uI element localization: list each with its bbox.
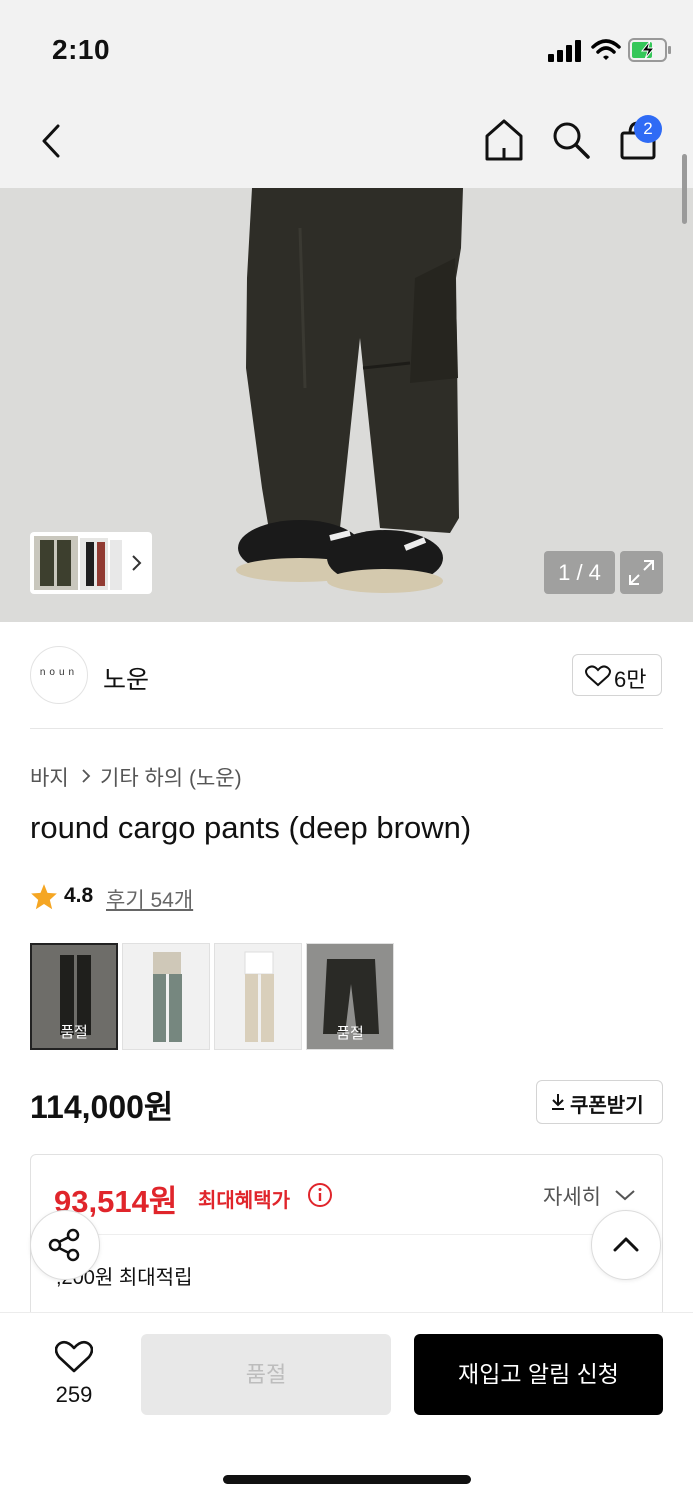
detail-toggle[interactable]: 자세히 xyxy=(543,1181,601,1211)
sold-out-tag: 품절 xyxy=(60,1024,88,1041)
product-price: 114,000원 xyxy=(30,1089,174,1125)
wifi-icon xyxy=(591,39,621,60)
brand-like-count: 6만 xyxy=(614,667,647,692)
sold-out-tag: 품절 xyxy=(336,1025,364,1042)
chevron-right-icon xyxy=(82,769,91,783)
color-option-beige[interactable] xyxy=(214,943,302,1050)
breadcrumb-item-category[interactable]: 기타 하의 (노운) xyxy=(100,762,242,792)
color-option-deep-brown[interactable]: 품절 xyxy=(30,943,118,1050)
battery-icon xyxy=(628,38,671,62)
home-icon[interactable] xyxy=(484,118,524,162)
share-icon xyxy=(48,1228,80,1262)
star-icon xyxy=(31,884,57,910)
status-time: 2:10 xyxy=(52,34,111,65)
cart-count-badge: 2 xyxy=(634,115,662,143)
share-button[interactable] xyxy=(30,1210,100,1280)
breadcrumb-item-pants[interactable]: 바지 xyxy=(30,762,69,792)
chevron-down-icon[interactable] xyxy=(614,1188,636,1202)
search-icon[interactable] xyxy=(551,120,591,160)
product-title: round cargo pants (deep brown) xyxy=(30,810,472,845)
divider xyxy=(54,1234,639,1235)
divider xyxy=(30,728,663,729)
image-thumbnail-strip[interactable] xyxy=(30,532,152,594)
brand-name[interactable]: 노운 xyxy=(103,660,149,696)
home-indicator[interactable] xyxy=(223,1475,471,1484)
heart-icon xyxy=(585,665,611,687)
max-benefit-label: 최대혜택가 xyxy=(198,1190,290,1212)
review-link[interactable]: 후기 54개 xyxy=(106,884,193,914)
chevron-up-icon xyxy=(613,1237,639,1252)
color-option-black[interactable]: 품절 xyxy=(306,943,394,1050)
color-option-grey-green[interactable] xyxy=(122,943,210,1050)
swatch-image xyxy=(215,944,301,1049)
rating-value: 4.8 xyxy=(64,884,94,907)
expand-image-button[interactable] xyxy=(620,551,663,594)
brand-logo[interactable]: noun xyxy=(30,646,88,704)
image-counter: 1 / 4 xyxy=(544,551,615,594)
sold-out-button[interactable]: 품절 xyxy=(141,1334,391,1415)
coupon-label: 쿠폰받기 xyxy=(570,1095,644,1117)
swatch-image xyxy=(123,944,209,1049)
restock-alert-button[interactable]: 재입고 알림 신청 xyxy=(414,1334,663,1415)
download-icon xyxy=(552,1094,564,1110)
scrollbar[interactable] xyxy=(682,154,687,224)
wishlist-heart-icon[interactable] xyxy=(55,1340,93,1374)
chevron-right-icon xyxy=(132,555,142,571)
back-icon[interactable] xyxy=(38,122,66,160)
wishlist-count: 259 xyxy=(55,1382,93,1407)
thumbnails-preview xyxy=(34,536,142,590)
expand-icon xyxy=(629,560,654,585)
info-icon[interactable] xyxy=(307,1182,333,1208)
signal-icon xyxy=(548,40,581,62)
scroll-top-button[interactable] xyxy=(591,1210,661,1280)
